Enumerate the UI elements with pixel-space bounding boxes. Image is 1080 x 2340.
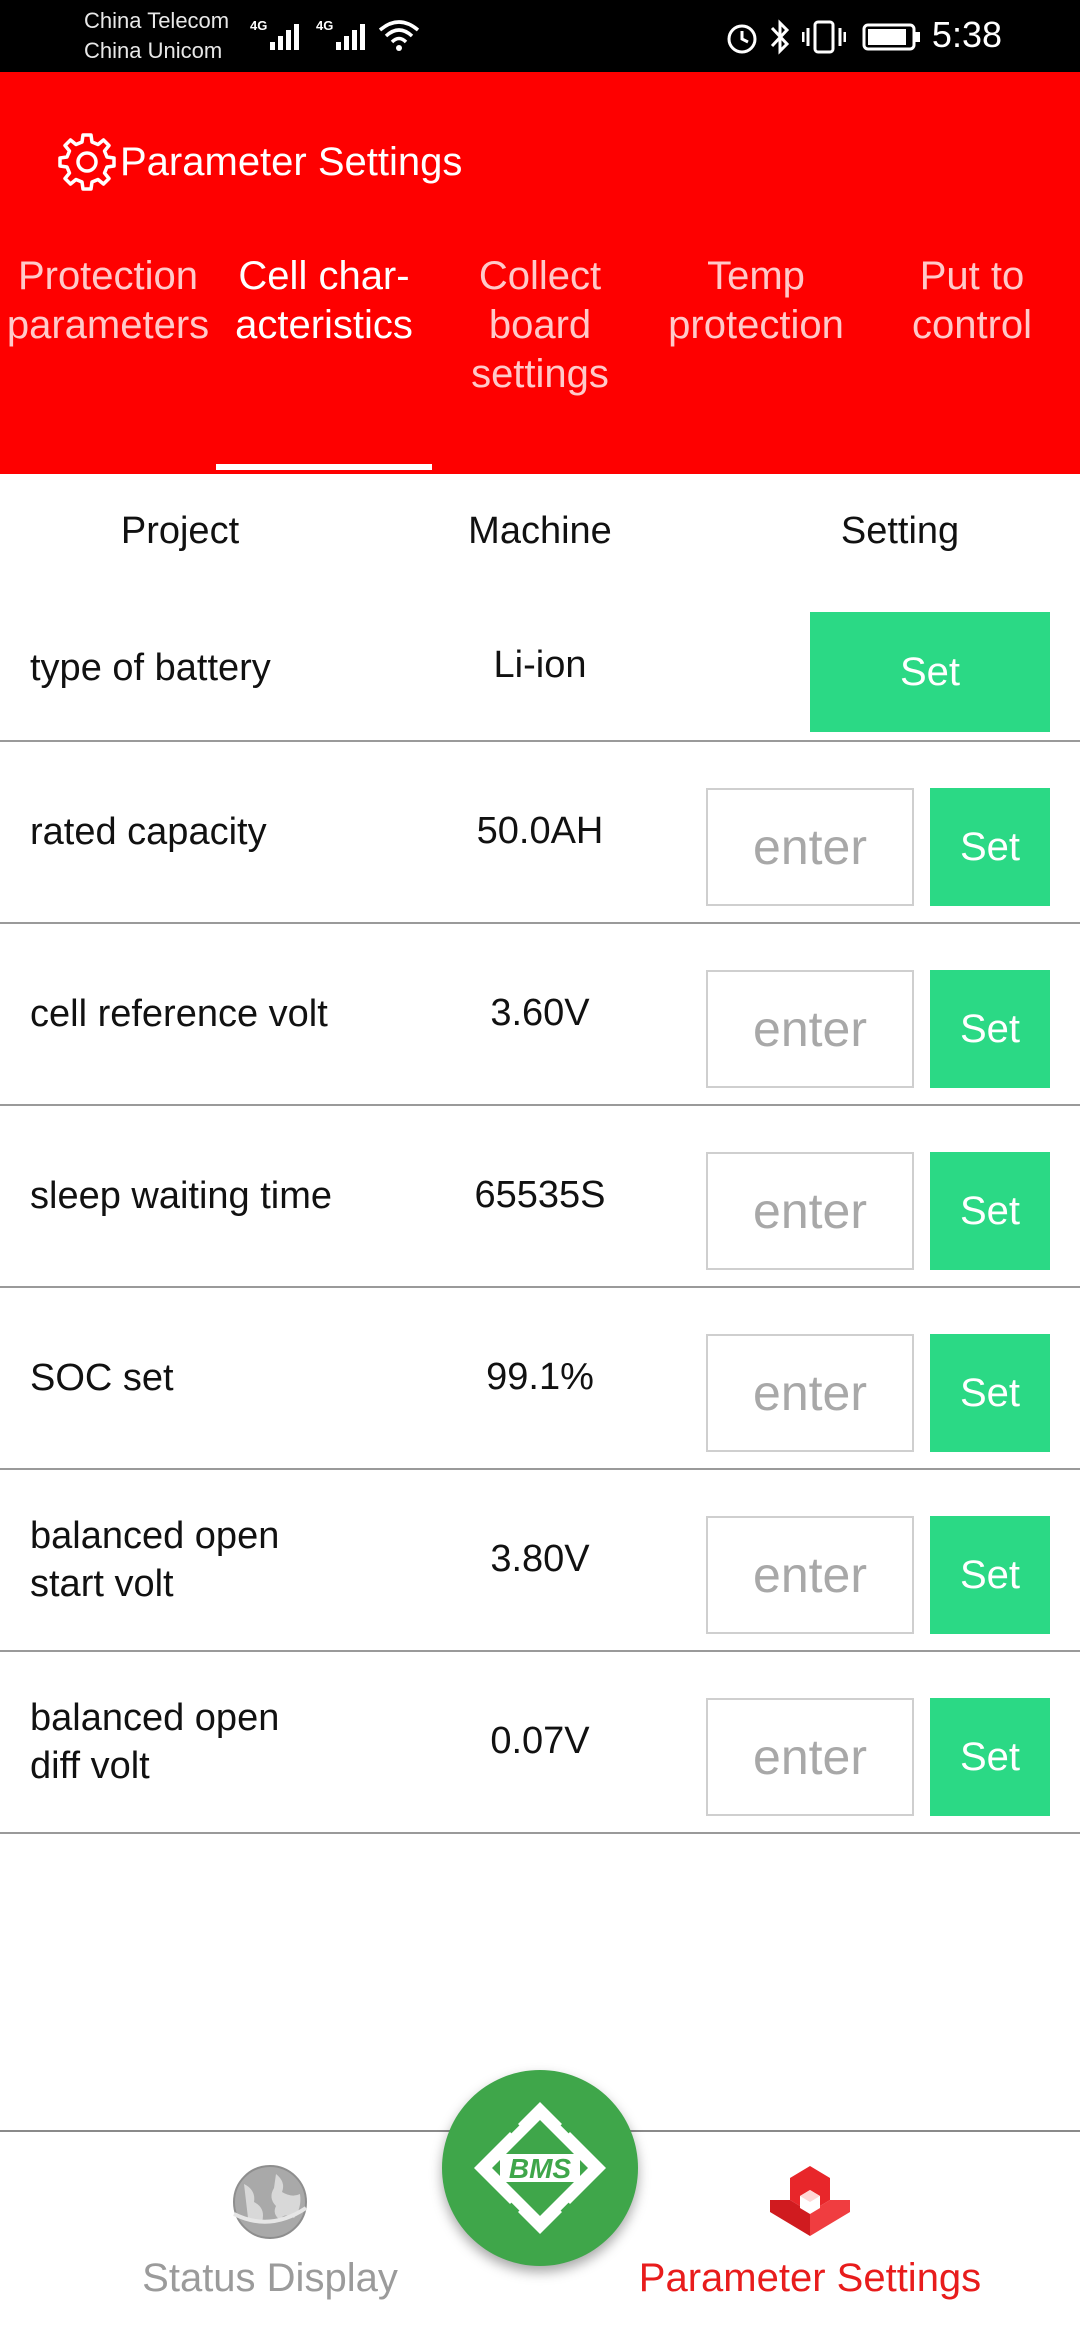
tab-label: Protection xyxy=(17,254,199,298)
project-label-line: balanced open xyxy=(30,1515,280,1557)
vibrate-icon xyxy=(802,20,846,54)
project-label-line: sleep waiting time xyxy=(30,1175,333,1217)
network-type-1: 4G xyxy=(250,18,268,33)
project-label-line: balanced open xyxy=(30,1697,280,1739)
tab-label: acteristics xyxy=(235,303,413,347)
column-header-project: Project xyxy=(120,510,240,552)
project-label: balanced open start volt xyxy=(30,1512,279,1608)
project-label-line: rated capacity xyxy=(30,811,267,853)
balanced-open-diff-volt-input[interactable]: enter xyxy=(706,1698,914,1816)
balanced-open-start-volt-input[interactable]: enter xyxy=(706,1516,914,1634)
sleep-waiting-time-input[interactable]: enter xyxy=(706,1152,914,1270)
machine-value: 0.07V xyxy=(490,1720,590,1762)
machine-value: 65535S xyxy=(474,1174,606,1216)
machine-value: 3.80V xyxy=(490,1538,590,1580)
globe-icon xyxy=(233,2165,308,2239)
column-header-machine: Machine xyxy=(468,510,612,552)
project-label: SOC set xyxy=(30,1354,174,1402)
battery-icon xyxy=(862,23,920,51)
tab-put-to-control[interactable]: Put to control xyxy=(864,252,1080,350)
table-header: Project Machine Setting xyxy=(0,474,1080,594)
cell-reference-volt-input[interactable]: enter xyxy=(706,970,914,1088)
machine-value: 3.60V xyxy=(490,992,590,1034)
set-balanced-open-start-volt-button[interactable]: Set xyxy=(930,1516,1050,1634)
cubes-icon xyxy=(770,2166,850,2236)
machine-value: Li-ion xyxy=(493,644,587,686)
project-label: rated capacity xyxy=(30,808,267,856)
table-row: SOC set 99.1% enter Set xyxy=(0,1288,1080,1470)
tab-label: Temp xyxy=(707,254,805,298)
carrier-2: China Unicom xyxy=(84,38,223,63)
project-label: cell reference volt xyxy=(30,990,328,1038)
carrier-names: China Telecom China Unicom xyxy=(84,6,229,66)
bluetooth-icon xyxy=(770,19,790,55)
tab-label: board xyxy=(488,303,592,347)
tab-label: parameters xyxy=(6,303,210,347)
status-bar: China Telecom China Unicom 4G 4G 5:38 xyxy=(0,0,1080,72)
gear-icon xyxy=(58,133,116,191)
wifi-icon xyxy=(378,20,420,51)
table-row: sleep waiting time 65535S enter Set xyxy=(0,1106,1080,1288)
active-tab-indicator xyxy=(216,464,432,470)
tab-label: Cell char- xyxy=(238,254,410,298)
project-label-line: type of battery xyxy=(30,647,271,689)
tab-label: control xyxy=(911,303,1033,347)
set-rated-capacity-button[interactable]: Set xyxy=(930,788,1050,906)
page-title: Parameter Settings xyxy=(120,139,463,184)
column-header-setting: Setting xyxy=(840,510,960,552)
bms-logo-icon: BMS xyxy=(474,2102,606,2234)
project-label-line: diff volt xyxy=(30,1745,150,1787)
rated-capacity-input[interactable]: enter xyxy=(706,788,914,906)
table-row: rated capacity 50.0AH enter Set xyxy=(0,742,1080,924)
tab-cell-characteristics[interactable]: Cell char- acteristics xyxy=(216,252,432,350)
project-label: type of battery xyxy=(30,644,271,692)
table-row: cell reference volt 3.60V enter Set xyxy=(0,924,1080,1106)
table-row: balanced open start volt 3.80V enter Set xyxy=(0,1470,1080,1652)
tab-bar: Protection parameters Cell char- acteris… xyxy=(0,252,1080,474)
tab-collect-board-settings[interactable]: Collect board settings xyxy=(432,252,648,399)
set-balanced-open-diff-volt-button[interactable]: Set xyxy=(930,1698,1050,1816)
bms-logo-text: BMS xyxy=(509,2153,572,2184)
project-label-line: start volt xyxy=(30,1563,174,1605)
signal-2-icon: 4G xyxy=(316,14,368,50)
alarm-icon xyxy=(727,24,757,54)
tab-label: Collect xyxy=(478,254,602,298)
title-row: Parameter Settings xyxy=(58,132,462,192)
network-type-2: 4G xyxy=(316,18,334,33)
bms-home-button[interactable]: BMS xyxy=(442,2070,638,2266)
tab-label: protection xyxy=(668,303,844,347)
signal-1-icon: 4G xyxy=(250,14,302,50)
tab-protection-parameters[interactable]: Protection parameters xyxy=(0,252,216,350)
set-battery-type-button[interactable]: Set xyxy=(810,612,1050,732)
project-label: sleep waiting time xyxy=(30,1172,332,1220)
set-cell-reference-volt-button[interactable]: Set xyxy=(930,970,1050,1088)
set-sleep-waiting-time-button[interactable]: Set xyxy=(930,1152,1050,1270)
machine-value: 99.1% xyxy=(486,1356,594,1398)
project-label-line: SOC set xyxy=(30,1357,174,1399)
machine-value: 50.0AH xyxy=(476,810,604,852)
carrier-1: China Telecom xyxy=(84,8,230,33)
table-row: balanced open diff volt 0.07V enter Set xyxy=(0,1652,1080,1834)
set-soc-button[interactable]: Set xyxy=(930,1334,1050,1452)
project-label-line: cell reference volt xyxy=(30,993,328,1035)
soc-set-input[interactable]: enter xyxy=(706,1334,914,1452)
app-header: Parameter Settings Protection parameters… xyxy=(0,72,1080,474)
project-label: balanced open diff volt xyxy=(30,1694,279,1790)
tab-label: Put to xyxy=(919,254,1025,298)
tab-label: settings xyxy=(471,352,609,396)
clock: 5:38 xyxy=(931,14,1002,55)
tab-temp-protection[interactable]: Temp protection xyxy=(648,252,864,350)
table-row: type of battery Li-ion Set xyxy=(0,594,1080,742)
